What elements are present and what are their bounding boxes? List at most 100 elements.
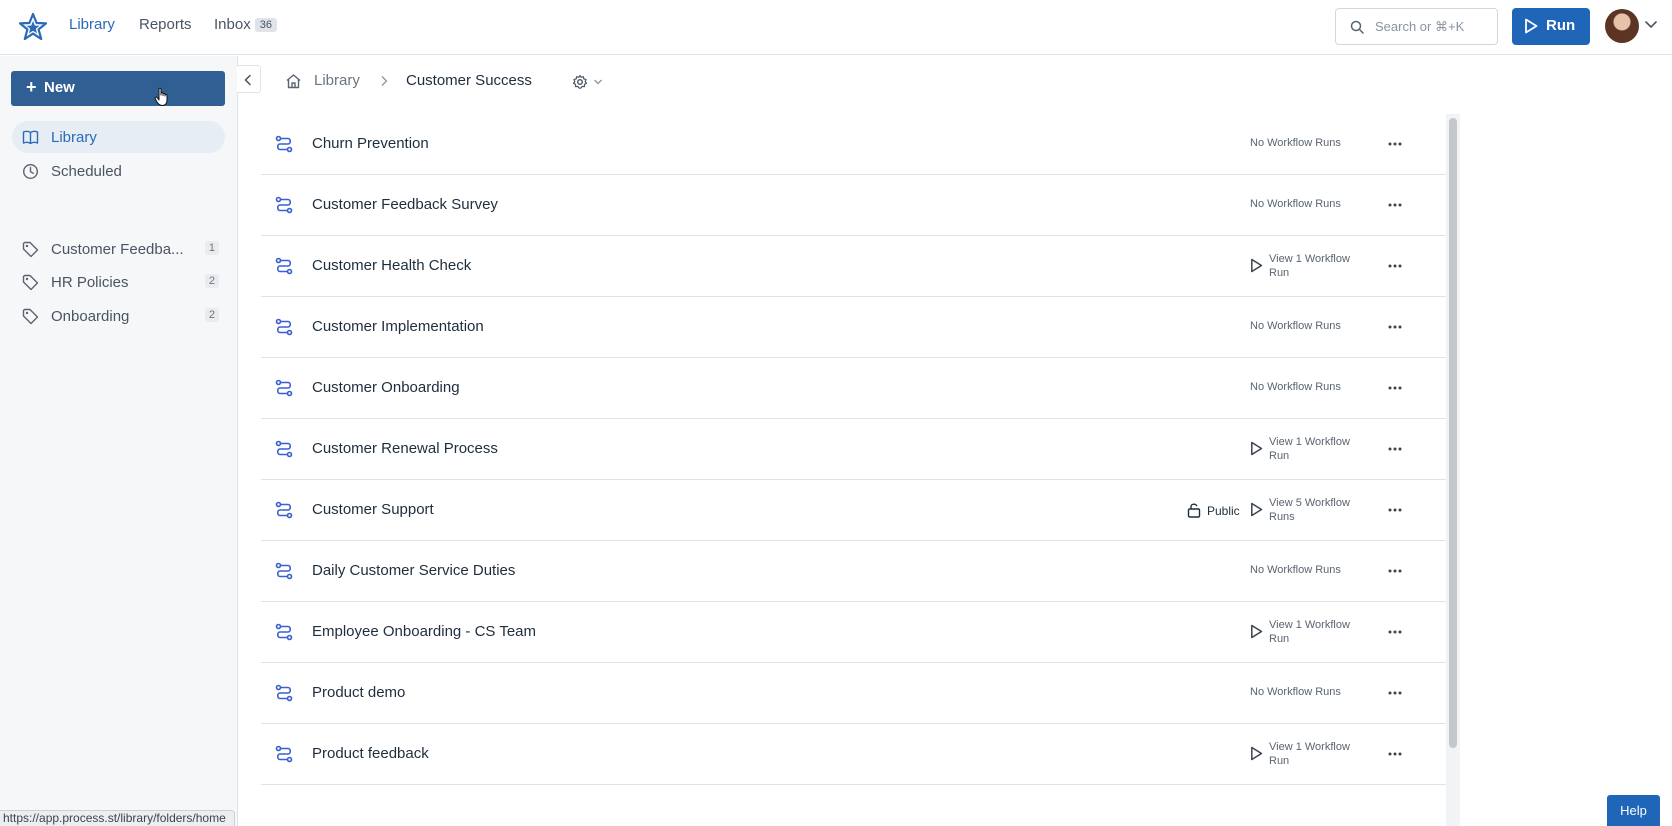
workflow-title[interactable]: Daily Customer Service Duties bbox=[312, 562, 515, 579]
sidebar: + New Library Scheduled Customer Feedba.… bbox=[0, 56, 238, 826]
workflow-title[interactable]: Customer Health Check bbox=[312, 257, 471, 274]
workflow-row[interactable]: Product demo No Workflow Runs bbox=[261, 663, 1446, 724]
workflow-icon bbox=[275, 379, 293, 397]
more-options-icon[interactable] bbox=[1387, 628, 1403, 636]
workflow-runs-text: No Workflow Runs bbox=[1250, 564, 1341, 576]
workflow-row[interactable]: Customer Health Check View 1 Workflow Run bbox=[261, 236, 1446, 297]
workflow-list: Churn Prevention No Workflow Runs Customer… bbox=[261, 114, 1446, 826]
top-navigation: Library Reports Inbox 36 Search or ⌘+K Ru… bbox=[0, 0, 1672, 55]
scrollbar-thumb[interactable] bbox=[1449, 118, 1457, 748]
play-icon bbox=[1251, 502, 1263, 517]
nav-inbox-label: Inbox bbox=[214, 16, 251, 33]
workflow-icon bbox=[275, 135, 293, 153]
workflow-title[interactable]: Product feedback bbox=[312, 745, 429, 762]
link-status-bar: https://app.process.st/library/folders/h… bbox=[0, 810, 235, 826]
more-options-icon[interactable] bbox=[1387, 567, 1403, 575]
sidebar-item-scheduled[interactable]: Scheduled bbox=[12, 155, 225, 187]
chevron-left-icon bbox=[244, 74, 251, 86]
more-options-icon[interactable] bbox=[1387, 689, 1403, 697]
breadcrumb-current-folder: Customer Success bbox=[406, 72, 532, 89]
workflow-runs-text: View 1 Workflow Run bbox=[1269, 253, 1350, 279]
workflow-row[interactable]: Customer Feedback Survey No Workflow Runs bbox=[261, 175, 1446, 236]
play-icon bbox=[1525, 18, 1538, 34]
workflow-row[interactable]: Daily Customer Service Duties No Workflow… bbox=[261, 541, 1446, 602]
sidebar-tag-hr-policies[interactable]: HR Policies 2 bbox=[12, 266, 225, 298]
workflow-runs-text: No Workflow Runs bbox=[1250, 198, 1341, 210]
sidebar-item-label: Library bbox=[51, 129, 97, 146]
workflow-icon bbox=[275, 501, 293, 519]
chevron-down-icon[interactable] bbox=[593, 78, 603, 86]
workflow-title[interactable]: Customer Renewal Process bbox=[312, 440, 498, 457]
workflow-runs-text: View 1 Workflow Run bbox=[1269, 619, 1350, 645]
breadcrumb-library-link[interactable]: Library bbox=[314, 72, 360, 89]
help-button[interactable]: Help bbox=[1607, 795, 1660, 826]
workflow-icon bbox=[275, 745, 293, 763]
workflow-row[interactable]: Churn Prevention No Workflow Runs bbox=[261, 114, 1446, 175]
sidebar-tag-customer-feedback[interactable]: Customer Feedba... 1 bbox=[12, 233, 225, 265]
hand-cursor-icon bbox=[154, 87, 168, 106]
workflow-row[interactable]: Customer Implementation No Workflow Runs bbox=[261, 297, 1446, 358]
workflow-title[interactable]: Customer Onboarding bbox=[312, 379, 460, 396]
more-options-icon[interactable] bbox=[1387, 384, 1403, 392]
workflow-row[interactable]: Product feedback View 1 Workflow Run bbox=[261, 724, 1446, 785]
more-options-icon[interactable] bbox=[1387, 262, 1403, 270]
chevron-down-icon[interactable] bbox=[1644, 20, 1658, 30]
home-icon[interactable] bbox=[285, 73, 302, 89]
more-options-icon[interactable] bbox=[1387, 506, 1403, 514]
list-scrollbar[interactable] bbox=[1446, 114, 1460, 826]
workflow-row[interactable]: Customer Renewal Process View 1 Workflow … bbox=[261, 419, 1446, 480]
book-icon bbox=[22, 130, 39, 145]
workflow-title[interactable]: Product demo bbox=[312, 684, 405, 701]
run-button-label: Run bbox=[1546, 17, 1576, 34]
more-options-icon[interactable] bbox=[1387, 323, 1403, 331]
more-options-icon[interactable] bbox=[1387, 201, 1403, 209]
new-button-label: New bbox=[44, 79, 75, 96]
more-options-icon[interactable] bbox=[1387, 750, 1403, 758]
tag-count-badge: 2 bbox=[204, 274, 219, 288]
collapse-sidebar-button[interactable] bbox=[237, 65, 261, 93]
sidebar-item-label: Scheduled bbox=[51, 163, 122, 180]
search-input[interactable]: Search or ⌘+K bbox=[1335, 8, 1498, 45]
workflow-title[interactable]: Customer Implementation bbox=[312, 318, 484, 335]
workflow-icon bbox=[275, 440, 293, 458]
workflow-icon bbox=[275, 562, 293, 580]
tag-icon bbox=[22, 241, 39, 258]
search-placeholder: Search or ⌘+K bbox=[1375, 19, 1465, 34]
user-avatar[interactable] bbox=[1605, 9, 1639, 43]
workflow-title[interactable]: Customer Support bbox=[312, 501, 434, 518]
workflow-row[interactable]: Customer Support Public View 5 Workflow Ru… bbox=[261, 480, 1446, 541]
workflow-runs-text: No Workflow Runs bbox=[1250, 686, 1341, 698]
run-button[interactable]: Run bbox=[1512, 8, 1590, 45]
nav-library[interactable]: Library bbox=[69, 16, 115, 33]
workflow-row[interactable]: Employee Onboarding - CS Team View 1 Work… bbox=[261, 602, 1446, 663]
workflow-title[interactable]: Employee Onboarding - CS Team bbox=[312, 623, 536, 640]
new-button[interactable]: + New bbox=[11, 71, 225, 106]
more-options-icon[interactable] bbox=[1387, 445, 1403, 453]
search-icon bbox=[1350, 20, 1364, 34]
sidebar-item-library[interactable]: Library bbox=[12, 121, 225, 153]
nav-inbox[interactable]: Inbox 36 bbox=[214, 16, 277, 33]
tag-icon bbox=[22, 308, 39, 325]
workflow-runs-text: View 5 Workflow Runs bbox=[1269, 497, 1350, 523]
unlock-icon bbox=[1187, 503, 1201, 518]
workflow-runs-text: No Workflow Runs bbox=[1250, 381, 1341, 393]
play-icon bbox=[1251, 624, 1263, 639]
workflow-runs-text: View 1 Workflow Run bbox=[1269, 741, 1350, 767]
clock-icon bbox=[22, 163, 39, 180]
sidebar-tag-label: HR Policies bbox=[51, 274, 129, 291]
workflow-runs-text: No Workflow Runs bbox=[1250, 320, 1341, 332]
star-logo-icon[interactable] bbox=[18, 12, 48, 42]
gear-icon[interactable] bbox=[572, 74, 588, 90]
workflow-title[interactable]: Customer Feedback Survey bbox=[312, 196, 498, 213]
workflow-title[interactable]: Churn Prevention bbox=[312, 135, 429, 152]
tag-count-badge: 1 bbox=[204, 241, 219, 255]
nav-reports[interactable]: Reports bbox=[139, 16, 192, 33]
inbox-count-badge: 36 bbox=[254, 18, 277, 32]
workflow-icon bbox=[275, 318, 293, 336]
sidebar-tag-label: Customer Feedba... bbox=[51, 241, 184, 258]
workflow-runs-text: No Workflow Runs bbox=[1250, 137, 1341, 149]
workflow-icon bbox=[275, 196, 293, 214]
more-options-icon[interactable] bbox=[1387, 140, 1403, 148]
sidebar-tag-onboarding[interactable]: Onboarding 2 bbox=[12, 300, 225, 332]
workflow-row[interactable]: Customer Onboarding No Workflow Runs bbox=[261, 358, 1446, 419]
